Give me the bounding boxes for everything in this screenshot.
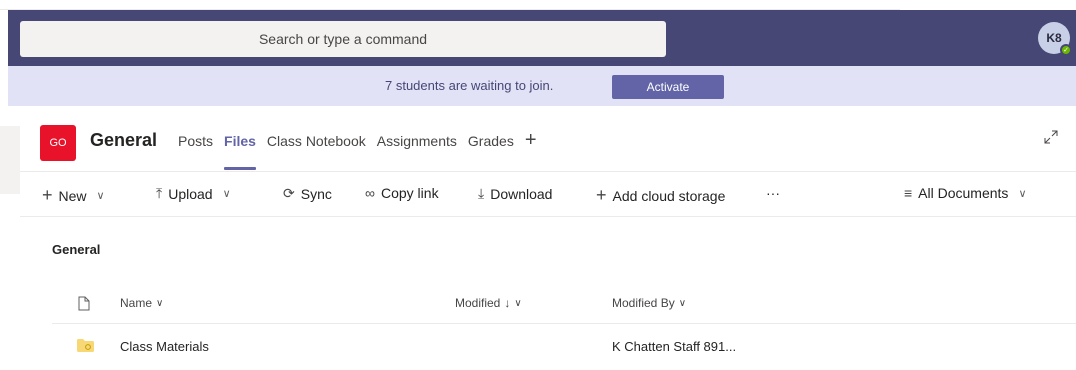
new-label: New — [58, 187, 87, 204]
chevron-down-icon: ∨ — [1018, 187, 1027, 200]
activate-button[interactable]: Activate — [612, 75, 724, 99]
folder-breadcrumb[interactable]: General — [52, 242, 100, 257]
tab-posts[interactable]: Posts — [178, 133, 213, 171]
tab-class-notebook[interactable]: Class Notebook — [267, 133, 366, 171]
sync-icon: ⟳ — [283, 185, 295, 201]
left-rail-edge — [0, 126, 20, 194]
tab-files[interactable]: Files — [224, 133, 256, 171]
sync-label: Sync — [300, 185, 332, 202]
plus-icon: + — [42, 185, 53, 205]
more-options-button[interactable]: ··· — [766, 185, 780, 201]
add-tab-plus-icon[interactable]: + — [525, 129, 537, 171]
files-toolbar: + New ∨ ⤒ Upload ∨ ⟳ Sync ∞ Copy link ⤓ … — [20, 173, 1076, 217]
team-avatar[interactable]: GO — [40, 125, 76, 161]
upload-label: Upload — [168, 185, 213, 202]
sort-descending-icon: ↓ — [504, 296, 511, 310]
avatar[interactable]: K8 ✓ — [1038, 22, 1072, 56]
upload-icon: ⤒ — [156, 185, 163, 201]
sync-button[interactable]: ⟳ Sync — [283, 185, 332, 202]
chevron-down-icon: ∨ — [156, 297, 164, 309]
copy-link-label: Copy link — [380, 185, 439, 201]
add-cloud-storage-label: Add cloud storage — [612, 187, 726, 204]
top-strip — [0, 0, 1076, 10]
search-placeholder: Search or type a command — [258, 31, 428, 47]
search-box[interactable]: Search or type a command — [20, 21, 666, 57]
copy-link-button[interactable]: ∞ Copy link — [365, 185, 439, 201]
header-divider — [52, 323, 1076, 324]
tab-grades[interactable]: Grades — [468, 133, 514, 171]
waiting-students-banner: 7 students are waiting to join. Activate — [8, 66, 1076, 106]
download-icon: ⤓ — [478, 185, 485, 201]
chevron-down-icon: ∨ — [96, 190, 105, 202]
modified-column-label: Modified — [455, 296, 501, 310]
file-name[interactable]: Class Materials — [120, 339, 209, 354]
channel-tabs: Posts Files Class Notebook Assignments G… — [178, 129, 537, 171]
channel-name: General — [90, 130, 158, 150]
team-initials: GO — [49, 137, 67, 149]
upload-button[interactable]: ⤒ Upload ∨ — [156, 185, 231, 202]
document-icon — [78, 296, 90, 311]
tab-assignments[interactable]: Assignments — [377, 133, 457, 171]
new-button[interactable]: + New ∨ — [42, 185, 105, 206]
download-label: Download — [490, 185, 553, 202]
chevron-down-icon: ∨ — [222, 188, 231, 200]
list-view-icon: ≡ — [904, 185, 913, 201]
modified-column-header[interactable]: Modified ↓ ∨ — [455, 296, 522, 310]
more-icon: ··· — [766, 185, 780, 201]
plus-icon: + — [596, 185, 607, 205]
shared-folder-icon — [77, 339, 94, 352]
chevron-down-icon: ∨ — [514, 297, 522, 309]
file-modified-by: K Chatten Staff 891... — [612, 339, 737, 354]
add-cloud-storage-button[interactable]: + Add cloud storage — [596, 185, 725, 206]
channel-header: GO General Posts Files Class Notebook As… — [20, 106, 1076, 172]
banner-text: 7 students are waiting to join. — [385, 78, 554, 93]
view-selector[interactable]: ≡ All Documents ∨ — [904, 185, 1027, 201]
name-column-label: Name — [120, 296, 153, 310]
expand-icon[interactable] — [1044, 130, 1058, 147]
file-type-column-header[interactable] — [78, 296, 90, 311]
modified-by-column-label: Modified By — [612, 296, 675, 310]
chevron-down-icon: ∨ — [678, 297, 687, 309]
status-available-icon: ✓ — [1060, 44, 1072, 56]
title-bar: Search or type a command K8 ✓ — [8, 10, 1076, 66]
top-divider — [0, 0, 900, 10]
link-icon: ∞ — [365, 185, 375, 201]
name-column-header[interactable]: Name ∨ — [120, 296, 163, 310]
modified-by-column-header[interactable]: Modified By ∨ — [612, 296, 686, 310]
download-button[interactable]: ⤓ Download — [478, 185, 552, 202]
view-label: All Documents — [918, 185, 1009, 201]
avatar-initials: K8 — [1046, 31, 1062, 45]
